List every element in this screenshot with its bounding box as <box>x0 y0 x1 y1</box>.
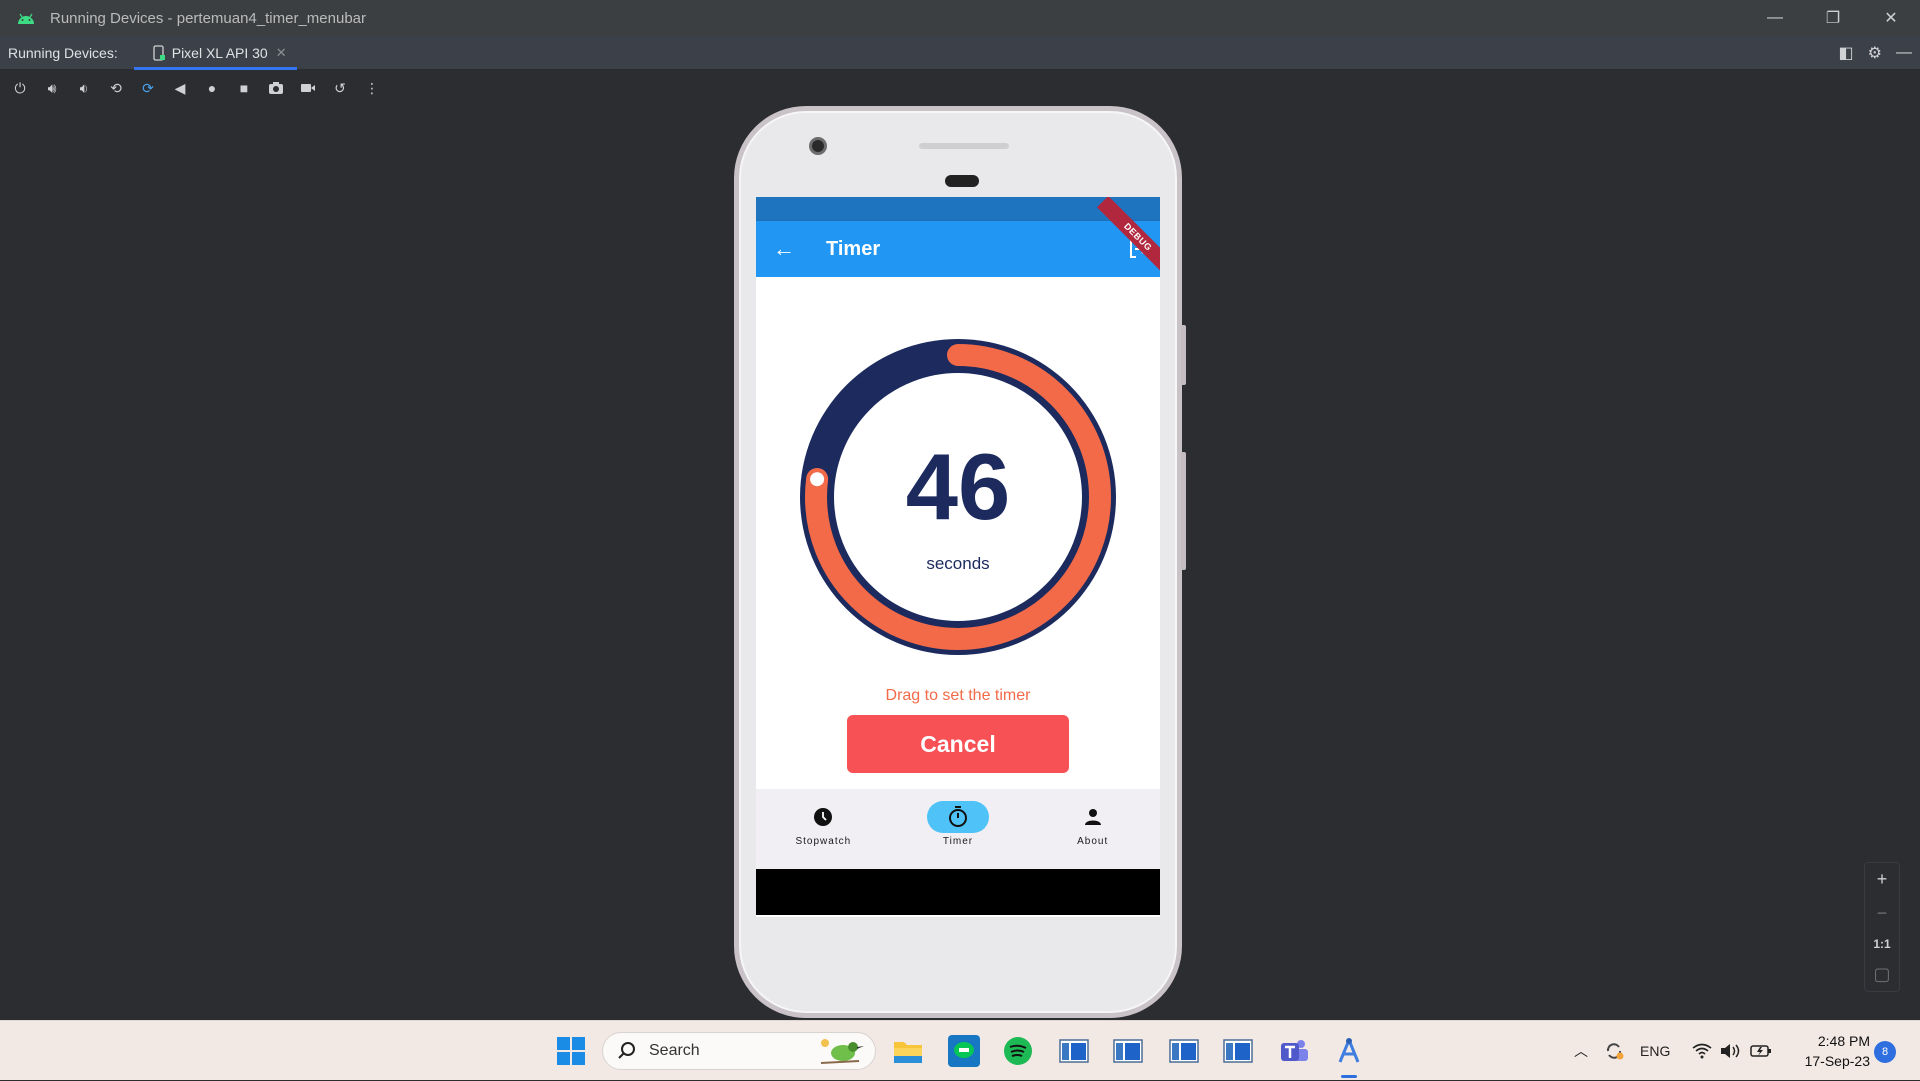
battery-icon[interactable] <box>1750 1044 1772 1058</box>
home-icon[interactable]: ● <box>202 78 222 98</box>
zoom-out-button[interactable]: − <box>1877 903 1888 924</box>
gear-icon[interactable]: ⚙ <box>1868 43 1882 63</box>
timer-icon <box>949 806 967 827</box>
device-icon <box>153 44 165 61</box>
screenshot-icon[interactable] <box>266 78 286 98</box>
power-icon[interactable]: ⏻ <box>10 78 30 98</box>
line-app-icon[interactable] <box>948 1035 980 1067</box>
chevron-up-icon[interactable]: ︿ <box>1574 1041 1588 1061</box>
tab-pixel-xl[interactable]: Pixel XL API 30 ✕ <box>133 36 297 70</box>
camera-icon <box>809 137 827 155</box>
system-nav-bar <box>756 869 1160 915</box>
timer-unit: seconds <box>926 554 990 573</box>
window-title: Running Devices - pertemuan4_timer_menub… <box>50 9 366 27</box>
minimize-button[interactable]: — <box>1746 0 1804 36</box>
layout-icon[interactable]: ◧ <box>1839 43 1854 63</box>
language-indicator[interactable]: ENG <box>1640 1043 1670 1059</box>
search-placeholder: Search <box>649 1042 700 1059</box>
back-arrow-icon[interactable]: ← <box>756 236 812 262</box>
sync-icon[interactable] <box>1604 1041 1624 1061</box>
bird-highlight-icon <box>820 1039 864 1064</box>
windows-taskbar: Search ︿ ENG 2:48 PM 17-Sep-23 8 <box>0 1020 1920 1080</box>
search-icon <box>618 1042 635 1059</box>
window-app-icon-4[interactable] <box>1222 1035 1254 1067</box>
app-bar: ← Timer DEBUG <box>756 197 1160 279</box>
volume-up-icon[interactable]: 🔊︎ <box>42 78 62 98</box>
tab-close-icon[interactable]: ✕ <box>276 45 287 61</box>
timer-value: 46 <box>905 434 1011 539</box>
teams-icon[interactable] <box>1278 1035 1310 1067</box>
nav-label-about: About <box>1077 836 1109 847</box>
notification-badge[interactable]: 8 <box>1874 1041 1896 1063</box>
zoom-in-button[interactable]: + <box>1877 869 1888 890</box>
title-bar: Running Devices - pertemuan4_timer_menub… <box>0 0 1920 36</box>
volume-icon[interactable] <box>1720 1043 1742 1059</box>
more-icon[interactable]: ⋮ <box>362 78 382 98</box>
drag-hint: Drag to set the timer <box>885 687 1031 704</box>
person-icon <box>1084 809 1101 825</box>
system-tray: ︿ ENG <box>1574 1021 1772 1081</box>
clock-icon <box>814 808 833 826</box>
clock-time: 2:48 PM <box>1817 1033 1870 1049</box>
android-studio-icon[interactable] <box>1333 1035 1365 1067</box>
tab-label: Pixel XL API 30 <box>171 44 268 61</box>
windows-start-icon[interactable] <box>556 1036 586 1066</box>
nav-label-stopwatch: Stopwatch <box>795 836 852 847</box>
emulator-toolbar: ⏻ 🔊︎ 🔉︎ ⟲ ⟳ ◀ ● ■ ↺ ⋮ <box>0 70 1920 106</box>
speaker-grille <box>919 143 1009 149</box>
active-app-indicator <box>1341 1075 1357 1078</box>
hide-icon[interactable]: — <box>1896 44 1912 62</box>
rotate-left-icon[interactable]: ⟲ <box>106 78 126 98</box>
android-icon <box>18 13 34 24</box>
volume-side-button <box>1181 452 1186 570</box>
page-title: Timer <box>826 237 881 260</box>
phone-screen: ← Timer DEBUG 46 seconds Drag to set the… <box>756 197 1160 917</box>
rotate-right-icon[interactable]: ⟳ <box>138 78 158 98</box>
proximity-sensor <box>945 175 979 187</box>
window-app-icon-2[interactable] <box>1112 1035 1144 1067</box>
nav-item-timer[interactable]: Timer <box>891 789 1026 869</box>
volume-down-icon[interactable]: 🔉︎ <box>74 78 94 98</box>
power-side-button <box>1181 325 1186 385</box>
clock-date: 17-Sep-23 <box>1804 1053 1870 1069</box>
taskbar-clock[interactable]: 2:48 PM 17-Sep-23 <box>1790 1031 1870 1071</box>
timer-content: 46 seconds Drag to set the timer Cancel <box>756 277 1160 789</box>
nav-item-about[interactable]: About <box>1025 789 1160 869</box>
zoom-fit-icon[interactable]: ▢ <box>1873 964 1890 985</box>
close-button[interactable]: ✕ <box>1862 0 1920 36</box>
restore-button[interactable]: ❐ <box>1804 0 1862 36</box>
running-devices-label: Running Devices: <box>8 44 118 61</box>
zoom-controls: + − 1:1 ▢ <box>1864 862 1900 992</box>
zoom-actual-size-button[interactable]: 1:1 <box>1873 937 1890 951</box>
taskbar-search[interactable]: Search <box>602 1032 876 1070</box>
record-icon[interactable] <box>298 78 318 98</box>
wifi-icon[interactable] <box>1692 1043 1712 1059</box>
cancel-button[interactable]: Cancel <box>847 715 1069 773</box>
window-app-icon-1[interactable] <box>1058 1035 1090 1067</box>
back-icon[interactable]: ◀ <box>170 78 190 98</box>
file-explorer-icon[interactable] <box>892 1035 924 1067</box>
bottom-navigation: Stopwatch Timer About <box>756 789 1160 869</box>
running-devices-tabs: Running Devices: Pixel XL API 30 ✕ ◧ ⚙ — <box>0 36 1920 70</box>
reset-icon[interactable]: ↺ <box>330 78 350 98</box>
nav-label-timer: Timer <box>942 836 974 847</box>
nav-item-stopwatch[interactable]: Stopwatch <box>756 789 891 869</box>
spotify-icon[interactable] <box>1002 1035 1034 1067</box>
window-app-icon-3[interactable] <box>1168 1035 1200 1067</box>
overview-icon[interactable]: ■ <box>234 78 254 98</box>
